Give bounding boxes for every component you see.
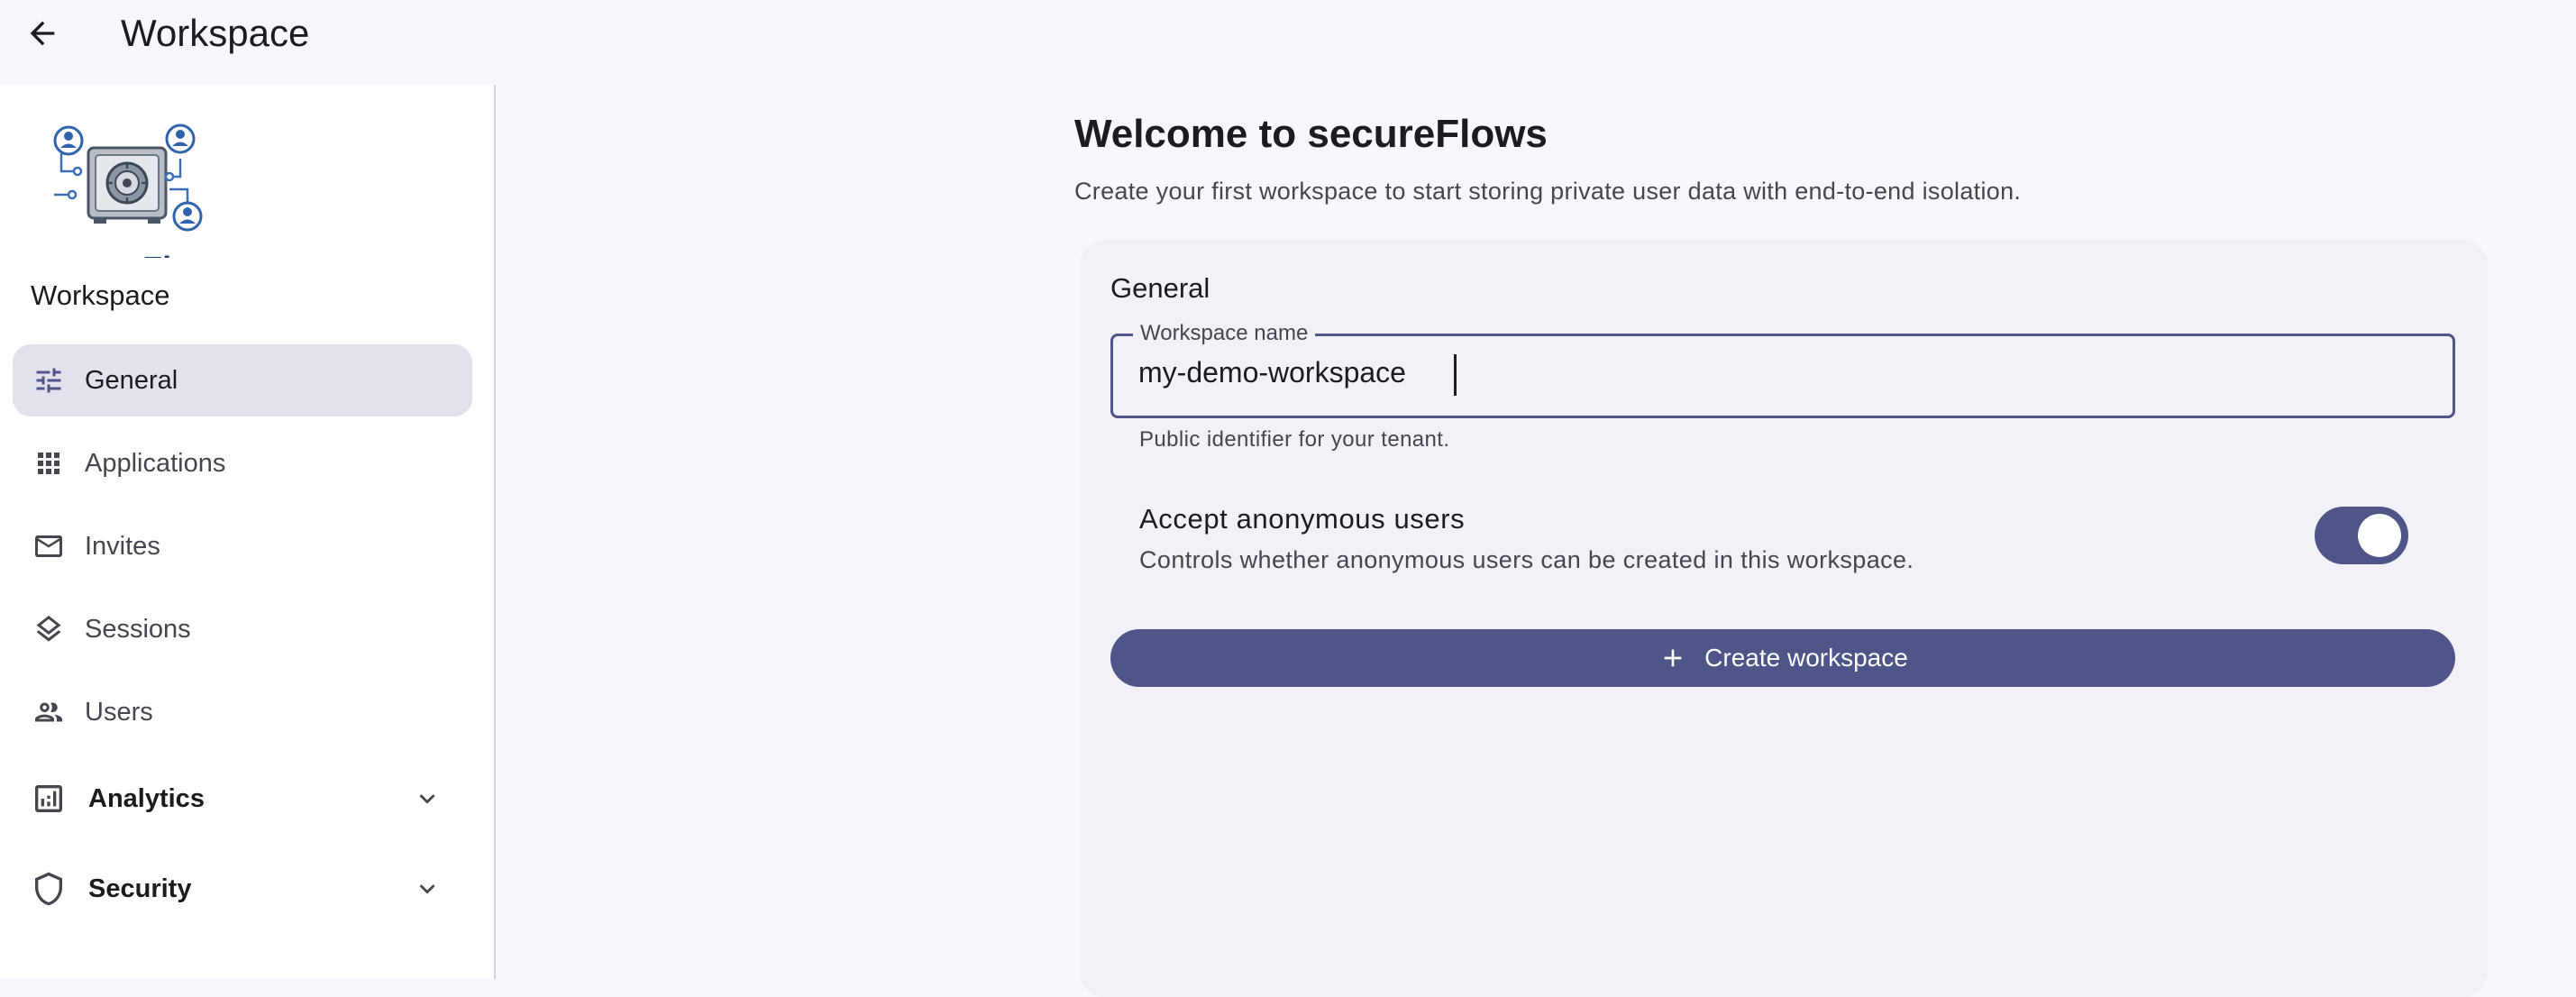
sidebar-item-general[interactable]: General bbox=[13, 344, 472, 416]
anonymous-users-title: Accept anonymous users bbox=[1139, 503, 1466, 535]
anonymous-users-toggle[interactable] bbox=[2315, 507, 2408, 564]
grid-apps-icon bbox=[31, 445, 67, 481]
anonymous-users-description: Controls whether anonymous users can be … bbox=[1139, 546, 1914, 573]
workspace-form-card: General Workspace name Public identifier… bbox=[1080, 240, 2488, 997]
sidebar-item-label: Sessions bbox=[85, 614, 191, 644]
analytics-chart-icon bbox=[31, 781, 67, 817]
sidebar-item-sessions[interactable]: Sessions bbox=[13, 593, 472, 665]
chevron-down-icon[interactable] bbox=[409, 871, 445, 907]
toggle-thumb bbox=[2358, 514, 2401, 557]
page-title: Workspace bbox=[121, 12, 310, 54]
sidebar-item-label: Users bbox=[85, 697, 153, 727]
sidebar-item-applications[interactable]: Applications bbox=[13, 427, 472, 499]
section-title: General bbox=[1110, 272, 1210, 304]
workspace-name-helper: Public identifier for your tenant. bbox=[1139, 427, 1450, 452]
top-app-bar: Workspace bbox=[0, 0, 2576, 85]
sidebar-heading: Workspace bbox=[31, 279, 170, 311]
create-workspace-label: Create workspace bbox=[1704, 644, 1908, 672]
create-workspace-button[interactable]: Create workspace bbox=[1110, 629, 2455, 687]
sidebar-item-users[interactable]: Users bbox=[13, 676, 472, 748]
sidebar-group-analytics[interactable]: Analytics bbox=[13, 763, 472, 835]
people-icon bbox=[31, 694, 67, 730]
text-caret bbox=[1454, 354, 1457, 396]
plus-icon bbox=[1658, 643, 1688, 673]
sidebar-group-label: Analytics bbox=[88, 783, 205, 813]
workspace-name-field[interactable]: Workspace name bbox=[1110, 320, 2455, 418]
layers-icon bbox=[31, 611, 67, 647]
mail-icon bbox=[31, 528, 67, 564]
workspace-name-input[interactable] bbox=[1138, 356, 2400, 389]
workspace-name-label: Workspace name bbox=[1133, 320, 1316, 347]
sidebar-item-label: General bbox=[85, 365, 178, 395]
shield-icon bbox=[31, 871, 67, 907]
chevron-down-icon[interactable] bbox=[409, 781, 445, 817]
logo-wordmark: secureFlows bbox=[38, 250, 216, 258]
sidebar: secureFlows Workspace General Applicatio… bbox=[0, 85, 496, 979]
welcome-subtitle: Create your first workspace to start sto… bbox=[1074, 178, 2022, 205]
secureflows-logo: secureFlows bbox=[36, 114, 234, 287]
tune-sliders-icon bbox=[31, 362, 67, 398]
sidebar-item-invites[interactable]: Invites bbox=[13, 510, 472, 582]
back-button[interactable] bbox=[18, 9, 67, 58]
sidebar-group-label: Security bbox=[88, 874, 192, 903]
welcome-title: Welcome to secureFlows bbox=[1074, 112, 1548, 156]
sidebar-item-label: Applications bbox=[85, 448, 226, 478]
sidebar-item-label: Invites bbox=[85, 531, 160, 561]
arrow-left-icon bbox=[30, 21, 55, 46]
sidebar-group-security[interactable]: Security bbox=[13, 853, 472, 925]
